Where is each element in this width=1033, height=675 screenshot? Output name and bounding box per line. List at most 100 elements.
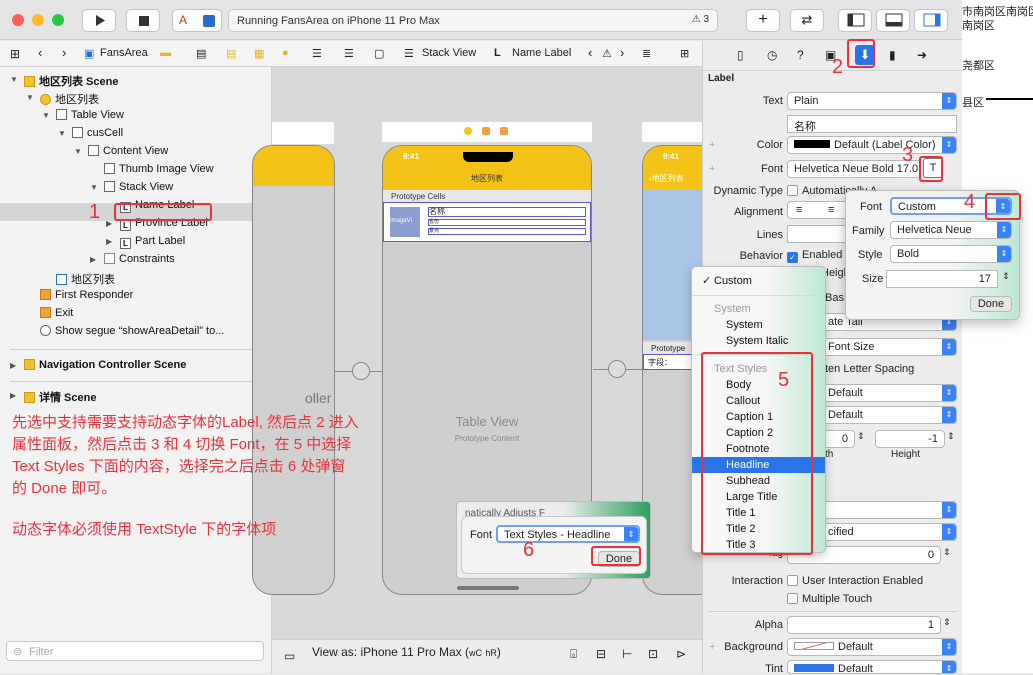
back-button[interactable]: ‹地区列表 (649, 173, 684, 184)
view-as-label[interactable]: View as: iPhone 11 Pro Max (wC hR) (312, 645, 501, 659)
user-interaction-checkbox[interactable]: User Interaction Enabled (787, 575, 923, 587)
outline-row[interactable]: Exit (40, 307, 73, 325)
background-select[interactable]: Default ⇕ (787, 638, 957, 656)
disclosure-icon[interactable]: ▼ (58, 129, 66, 138)
history-icon[interactable]: ◷ (767, 48, 777, 62)
font-field[interactable]: Helvetica Neue Bold 17.0 (787, 160, 921, 178)
tint-select[interactable]: Default ⇕ (787, 660, 957, 674)
shadow-height-field[interactable]: -1 (875, 430, 945, 448)
menu-item-custom[interactable]: Custom (692, 273, 825, 289)
alpha-field[interactable]: 1 (787, 616, 941, 634)
update-frames-icon[interactable]: ⌻ (570, 647, 577, 662)
scheme-selector[interactable]: A (172, 9, 222, 32)
disclosure-icon[interactable]: ▶ (10, 391, 16, 400)
outline-row[interactable]: Show segue “showAreaDetail” to... (40, 325, 224, 343)
connections-icon[interactable]: ➜ (917, 48, 927, 62)
done-button[interactable]: Done (970, 296, 1012, 312)
outline-row[interactable]: cusCell (72, 127, 123, 145)
font-family-select[interactable]: Helvetica Neue ⇕ (890, 221, 1012, 239)
forward-icon[interactable]: › (62, 45, 66, 60)
outline-row[interactable]: Content View (88, 145, 168, 163)
outline-row[interactable]: 地区列表 (40, 91, 99, 109)
stop-button[interactable] (126, 9, 160, 32)
color-select[interactable]: Default (Label Color) ⇕ (787, 136, 957, 154)
content-mode-select[interactable]: ⇕ (821, 501, 957, 519)
help-icon[interactable]: ? (797, 48, 804, 62)
contentview-icon[interactable]: ▢ (374, 47, 384, 60)
stepper-icon[interactable]: ⇕ (943, 547, 951, 558)
stepper-icon[interactable]: ⇕ (943, 617, 951, 628)
controller-icon[interactable]: ● (282, 47, 289, 59)
exit-dock-icon[interactable] (500, 127, 508, 135)
align-icon[interactable]: ⊢ (622, 647, 632, 661)
file-icon[interactable]: ▤ (226, 47, 236, 60)
back-icon[interactable]: ‹ (38, 45, 42, 60)
prev-issue-icon[interactable]: ‹ (588, 45, 592, 60)
stepper-icon[interactable]: ⇕ (1002, 271, 1010, 282)
disclosure-icon[interactable]: ▼ (90, 183, 98, 192)
resolve-icon[interactable]: ⊳ (676, 647, 686, 661)
disclosure-icon[interactable]: ▼ (26, 93, 34, 102)
code-review-button[interactable]: ⇄ (790, 9, 824, 32)
part-label-preview[interactable]: 景点 (428, 228, 586, 235)
tableview-icon[interactable]: ☰ (312, 47, 322, 60)
highlighted-color-select[interactable]: Default ⇕ (821, 384, 957, 402)
library-button[interactable]: + (746, 9, 780, 32)
align-left-icon[interactable]: ≡ (796, 204, 802, 216)
warning-icon[interactable]: ⚠ (602, 47, 612, 60)
outline-row[interactable]: Table View (56, 109, 124, 127)
name-label-preview[interactable]: 名称 (428, 207, 586, 217)
next-issue-icon[interactable]: › (620, 45, 624, 60)
tighten-spacing-checkbox[interactable]: ten Letter Spacing (825, 363, 914, 375)
menu-item-system-italic[interactable]: System Italic (692, 333, 825, 349)
debug-toggle-button[interactable] (876, 9, 910, 32)
pin-icon[interactable]: ⊡ (648, 647, 658, 661)
warning-count[interactable]: ⚠ 3 (692, 14, 709, 25)
outline-row[interactable]: Navigation Controller Scene (24, 359, 186, 377)
outline-row[interactable]: L Part Label (120, 235, 185, 253)
segue-icon[interactable] (352, 362, 370, 380)
editor-options-icon[interactable]: ≣ (642, 47, 651, 60)
stepper-icon[interactable]: ⇕ (947, 431, 955, 442)
thumb-image-view[interactable]: ImageVi (390, 207, 420, 237)
segue-icon[interactable] (608, 360, 626, 378)
file-inspector-icon[interactable]: ▯ (737, 48, 744, 62)
disclosure-icon[interactable]: ▶ (10, 361, 16, 370)
zoom-window-button[interactable] (52, 14, 64, 26)
first-responder-dock-icon[interactable] (482, 127, 490, 135)
inspector-toggle-button[interactable] (914, 9, 948, 32)
disclosure-icon[interactable]: ▶ (106, 237, 112, 246)
font-style-select[interactable]: Bold ⇕ (890, 245, 1012, 263)
add-editor-icon[interactable]: ⊞ (680, 47, 689, 60)
run-button[interactable] (82, 9, 116, 32)
autoshrink-select[interactable]: Font Size ⇕ (821, 338, 957, 356)
folder-icon[interactable]: ▬ (160, 47, 171, 59)
filter-field[interactable]: ⊜ Filter (6, 641, 264, 661)
multiple-touch-checkbox[interactable]: Multiple Touch (787, 593, 872, 605)
stepper-icon[interactable]: ⇕ (857, 431, 865, 442)
semantic-select[interactable]: cified ⇕ (821, 523, 957, 541)
outline-row[interactable]: Thumb Image View (104, 163, 214, 181)
close-window-button[interactable] (12, 14, 24, 26)
breadcrumb-project[interactable]: FansArea (100, 47, 148, 59)
scene-icon[interactable]: ▦ (254, 47, 264, 60)
shadow-color-select[interactable]: Default ⇕ (821, 406, 957, 424)
stackview-icon[interactable]: ☰ (404, 47, 414, 60)
outline-toggle-icon[interactable]: ▭ (284, 649, 295, 663)
navigator-toggle-button[interactable] (838, 9, 872, 32)
minimize-window-button[interactable] (32, 14, 44, 26)
text-content-field[interactable]: 名称 (787, 115, 957, 133)
prototype-cell[interactable]: ImageVi 名称 省份 景点 (383, 202, 591, 242)
outline-row[interactable]: First Responder (40, 289, 133, 307)
disclosure-icon[interactable]: ▼ (74, 147, 82, 156)
province-label-preview[interactable]: 省份 (428, 219, 586, 226)
cell-icon[interactable]: ☰ (344, 47, 354, 60)
disclosure-icon[interactable]: ▶ (90, 255, 96, 264)
outline-row[interactable]: 详情 Scene (24, 389, 96, 407)
shadow-width-field[interactable]: 0 (821, 430, 855, 448)
outline-row[interactable]: 地区列表 Scene (24, 73, 118, 91)
controller-dock-icon[interactable] (464, 127, 472, 135)
storyboard-icon[interactable]: ▤ (196, 47, 206, 60)
align-center-icon[interactable]: ≡ (828, 204, 834, 216)
outline-row[interactable]: 地区列表 (56, 271, 115, 289)
